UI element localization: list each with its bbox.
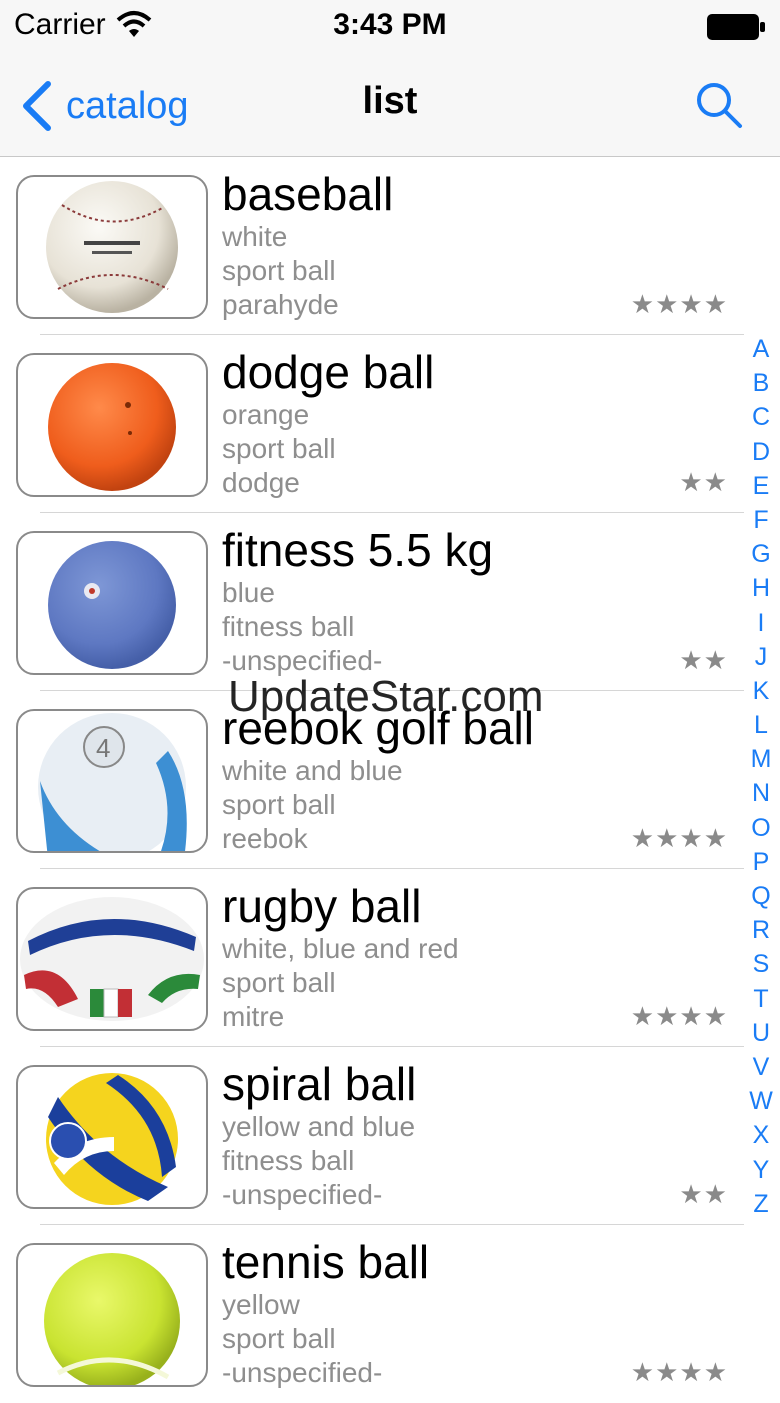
- index-letter-l[interactable]: L: [744, 708, 778, 742]
- item-color: yellow and blue: [222, 1111, 416, 1142]
- item-brand: mitre: [222, 1001, 285, 1032]
- index-letter-g[interactable]: G: [744, 537, 778, 571]
- index-letter-m[interactable]: M: [744, 742, 778, 776]
- section-index[interactable]: ABCDEFGHIJKLMNOPQRSTUVWXYZ: [744, 332, 778, 1221]
- dodge-ball-image: [16, 353, 208, 497]
- index-letter-x[interactable]: X: [744, 1118, 778, 1152]
- watermark: UpdateStar.com: [228, 672, 544, 721]
- index-letter-v[interactable]: V: [744, 1050, 778, 1084]
- index-letter-c[interactable]: C: [744, 400, 778, 434]
- rating-stars: ★★★★: [630, 289, 728, 319]
- item-brand: parahyde: [222, 289, 339, 320]
- index-letter-k[interactable]: K: [744, 674, 778, 708]
- status-time: 3:43 PM: [333, 8, 447, 41]
- index-letter-e[interactable]: E: [744, 469, 778, 503]
- index-letter-q[interactable]: Q: [744, 879, 778, 913]
- item-color: white: [222, 221, 288, 252]
- item-category: sport ball: [222, 967, 336, 998]
- item-color: yellow: [222, 1289, 300, 1320]
- index-letter-s[interactable]: S: [744, 947, 778, 981]
- list-item[interactable]: dodge ball orange sport ball dodge ★★: [0, 335, 780, 513]
- item-brand: -unspecified-: [222, 1357, 383, 1388]
- index-letter-f[interactable]: F: [744, 503, 778, 537]
- item-color: blue: [222, 577, 275, 608]
- item-category: fitness ball: [222, 611, 355, 642]
- index-letter-n[interactable]: N: [744, 776, 778, 810]
- index-letter-r[interactable]: R: [744, 913, 778, 947]
- battery-icon: [707, 14, 765, 40]
- index-letter-d[interactable]: D: [744, 435, 778, 469]
- search-icon[interactable]: [694, 80, 744, 130]
- item-brand: -unspecified-: [222, 1179, 383, 1210]
- item-name: fitness 5.5 kg: [222, 524, 494, 576]
- item-name: rugby ball: [222, 880, 422, 932]
- item-color: white and blue: [222, 755, 403, 786]
- item-name: dodge ball: [222, 346, 435, 398]
- svg-text:4: 4: [96, 733, 110, 763]
- rugby-ball-image: [16, 887, 208, 1031]
- tennis-ball-image: [16, 1243, 208, 1387]
- index-letter-w[interactable]: W: [744, 1084, 778, 1118]
- spiral-ball-image: [16, 1065, 208, 1209]
- item-category: sport ball: [222, 255, 336, 286]
- rating-stars: ★★★★: [630, 823, 728, 853]
- baseball-image: [16, 175, 208, 319]
- index-letter-j[interactable]: J: [744, 640, 778, 674]
- status-bar: Carrier 3:43 PM: [0, 0, 780, 56]
- rating-stars: ★★: [679, 1179, 728, 1209]
- item-name: baseball: [222, 168, 394, 220]
- index-letter-b[interactable]: B: [744, 366, 778, 400]
- list-item[interactable]: fitness 5.5 kg blue fitness ball -unspec…: [0, 513, 780, 691]
- index-letter-o[interactable]: O: [744, 811, 778, 845]
- list-item[interactable]: baseball white sport ball parahyde ★★★★: [0, 157, 780, 335]
- index-letter-t[interactable]: T: [744, 982, 778, 1016]
- fitness-ball-image: [16, 531, 208, 675]
- item-category: fitness ball: [222, 1145, 355, 1176]
- product-list: baseball white sport ball parahyde ★★★★ …: [0, 157, 780, 1403]
- list-item[interactable]: spiral ball yellow and blue fitness ball…: [0, 1047, 780, 1225]
- index-letter-h[interactable]: H: [744, 571, 778, 605]
- page-title: list: [362, 80, 418, 122]
- reebok-ball-image: 4: [16, 709, 208, 853]
- index-letter-z[interactable]: Z: [744, 1187, 778, 1221]
- rating-stars: ★★★★: [630, 1357, 728, 1387]
- index-letter-u[interactable]: U: [744, 1016, 778, 1050]
- rating-stars: ★★★★: [630, 1001, 728, 1031]
- navigation-bar: catalog list: [0, 56, 780, 157]
- index-letter-y[interactable]: Y: [744, 1153, 778, 1187]
- item-category: sport ball: [222, 1323, 336, 1354]
- item-category: sport ball: [222, 433, 336, 464]
- list-item[interactable]: rugby ball white, blue and red sport bal…: [0, 869, 780, 1047]
- list-item[interactable]: tennis ball yellow sport ball -unspecifi…: [0, 1225, 780, 1403]
- index-letter-a[interactable]: A: [744, 332, 778, 366]
- index-letter-p[interactable]: P: [744, 845, 778, 879]
- item-brand: reebok: [222, 823, 308, 854]
- item-brand: dodge: [222, 467, 300, 498]
- rating-stars: ★★: [679, 467, 728, 497]
- index-letter-i[interactable]: I: [744, 606, 778, 640]
- rating-stars: ★★: [679, 645, 728, 675]
- item-name: spiral ball: [222, 1058, 417, 1110]
- item-color: white, blue and red: [222, 933, 459, 964]
- item-color: orange: [222, 399, 310, 430]
- item-name: tennis ball: [222, 1236, 430, 1288]
- item-category: sport ball: [222, 789, 336, 820]
